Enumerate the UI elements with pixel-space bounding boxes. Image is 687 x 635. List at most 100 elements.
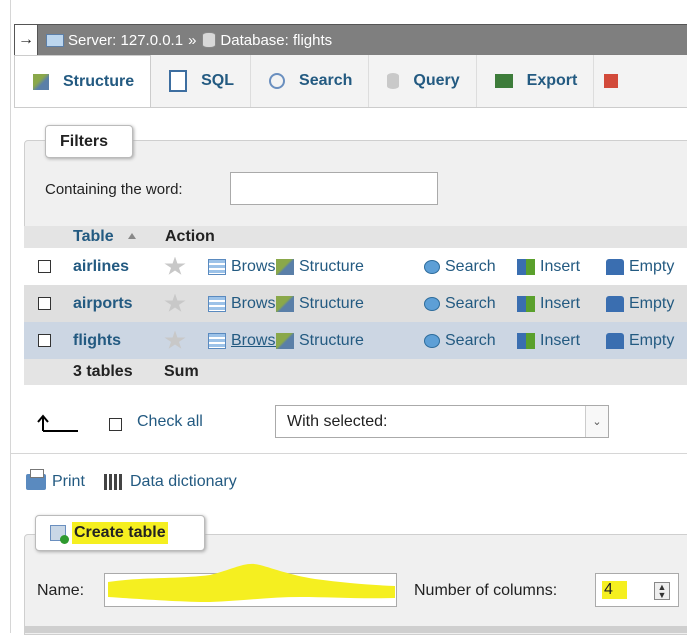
database-icon bbox=[202, 32, 217, 48]
breadcrumb-server[interactable]: Server: 127.0.0.1 bbox=[46, 32, 183, 49]
empty-label: Empty bbox=[629, 331, 675, 349]
tab-export-label: Export bbox=[526, 72, 578, 89]
structure-icon bbox=[276, 295, 294, 312]
filters-legend: Filters bbox=[45, 125, 133, 158]
action-column-header: Action bbox=[165, 228, 215, 245]
check-all-checkbox[interactable] bbox=[109, 418, 122, 431]
tab-structure-label: Structure bbox=[63, 72, 135, 90]
spinner-icon[interactable]: ▲ ▼ bbox=[654, 582, 670, 600]
print-label: Print bbox=[52, 473, 85, 490]
table-column-header[interactable]: Table bbox=[73, 228, 114, 246]
empty-label: Empty bbox=[629, 257, 675, 275]
structure-icon bbox=[276, 258, 294, 275]
structure-icon bbox=[33, 73, 49, 90]
empty-link[interactable]: Empty bbox=[606, 258, 674, 276]
with-selected-dropdown[interactable]: With selected: ⌄ bbox=[275, 405, 609, 438]
table-row-hovered: flights Browse Structure Search Insert E… bbox=[24, 322, 687, 359]
tab-export[interactable]: Export bbox=[477, 55, 595, 107]
table-name-link[interactable]: airlines bbox=[73, 258, 129, 276]
insert-link[interactable]: Insert bbox=[517, 295, 580, 313]
tab-bar: Structure SQL Search Query Export bbox=[14, 55, 687, 108]
data-dictionary-label: Data dictionary bbox=[130, 473, 237, 490]
search-label: Search bbox=[445, 257, 496, 275]
search-icon bbox=[424, 296, 440, 311]
collapse-arrow-icon[interactable]: → bbox=[15, 25, 38, 55]
data-dictionary-link[interactable]: Data dictionary bbox=[104, 473, 237, 491]
table-count: 3 tables bbox=[73, 363, 133, 380]
search-icon bbox=[424, 333, 440, 348]
query-icon bbox=[387, 73, 400, 89]
favorite-star-icon[interactable] bbox=[164, 293, 186, 312]
empty-link[interactable]: Empty bbox=[606, 332, 674, 350]
search-link[interactable]: Search bbox=[424, 258, 496, 276]
search-label: Search bbox=[445, 294, 496, 312]
row-checkbox[interactable] bbox=[38, 297, 51, 310]
search-icon bbox=[269, 73, 286, 89]
structure-label: Structure bbox=[299, 331, 364, 349]
number-of-columns-label: Number of columns: bbox=[414, 582, 558, 599]
table-sum: Sum bbox=[164, 363, 199, 380]
browse-link[interactable]: Browse bbox=[208, 332, 284, 350]
tab-sql[interactable]: SQL bbox=[151, 55, 252, 107]
table-name-link[interactable]: flights bbox=[73, 332, 121, 350]
chevron-down-icon: ⌄ bbox=[585, 406, 608, 437]
tab-query-label: Query bbox=[413, 72, 460, 89]
name-label: Name: bbox=[37, 582, 85, 599]
insert-link[interactable]: Insert bbox=[517, 332, 580, 350]
sort-ascending-icon[interactable] bbox=[128, 233, 136, 239]
filter-label: Containing the word: bbox=[45, 181, 183, 198]
structure-icon bbox=[276, 332, 294, 349]
search-link[interactable]: Search bbox=[424, 295, 496, 313]
favorite-star-icon[interactable] bbox=[164, 330, 186, 349]
printer-icon bbox=[26, 469, 46, 490]
breadcrumb-separator: » bbox=[188, 31, 197, 49]
structure-link[interactable]: Structure bbox=[276, 258, 364, 276]
empty-label: Empty bbox=[629, 294, 675, 312]
breadcrumb: → Server: 127.0.0.1 » Database: flights bbox=[14, 24, 687, 56]
empty-icon bbox=[606, 332, 624, 349]
insert-label: Insert bbox=[540, 294, 581, 312]
filter-input[interactable] bbox=[230, 172, 438, 205]
search-link[interactable]: Search bbox=[424, 332, 496, 350]
fieldset-bottom bbox=[24, 626, 687, 633]
number-of-columns-input[interactable]: 4 ▲ ▼ bbox=[595, 573, 679, 607]
insert-link[interactable]: Insert bbox=[517, 258, 580, 276]
tab-query[interactable]: Query bbox=[369, 55, 477, 107]
tab-more[interactable] bbox=[594, 55, 642, 107]
insert-icon bbox=[517, 258, 535, 275]
structure-link[interactable]: Structure bbox=[276, 332, 364, 350]
empty-icon bbox=[606, 258, 624, 275]
check-all-label[interactable]: Check all bbox=[137, 413, 203, 431]
search-icon bbox=[424, 259, 440, 274]
insert-icon bbox=[517, 295, 535, 312]
table-name-link[interactable]: airports bbox=[73, 295, 133, 313]
browse-link[interactable]: Browse bbox=[208, 258, 284, 276]
empty-link[interactable]: Empty bbox=[606, 295, 674, 313]
insert-icon bbox=[517, 332, 535, 349]
browse-icon bbox=[208, 332, 226, 349]
breadcrumb-database-label: Database: flights bbox=[220, 31, 333, 49]
insert-label: Insert bbox=[540, 331, 581, 349]
row-checkbox[interactable] bbox=[38, 260, 51, 273]
structure-label: Structure bbox=[299, 257, 364, 275]
structure-link[interactable]: Structure bbox=[276, 295, 364, 313]
favorite-star-icon[interactable] bbox=[164, 256, 186, 275]
table-name-input[interactable] bbox=[104, 573, 397, 607]
create-table-label: Create table bbox=[72, 522, 168, 544]
up-arrow-icon bbox=[37, 414, 78, 432]
new-table-icon bbox=[50, 525, 69, 544]
row-checkbox[interactable] bbox=[38, 334, 51, 347]
print-link[interactable]: Print bbox=[26, 469, 85, 491]
browse-icon bbox=[208, 295, 226, 312]
data-dictionary-icon bbox=[104, 474, 124, 490]
tab-search[interactable]: Search bbox=[251, 55, 370, 107]
tab-structure[interactable]: Structure bbox=[14, 55, 152, 107]
browse-link[interactable]: Browse bbox=[208, 295, 284, 313]
empty-icon bbox=[606, 295, 624, 312]
sql-icon bbox=[169, 70, 188, 92]
table-header-row: Table Action bbox=[24, 226, 687, 248]
table-row: airports Browse Structure Search Insert … bbox=[24, 285, 687, 322]
breadcrumb-database[interactable]: Database: flights bbox=[198, 32, 332, 49]
with-selected-value: With selected: bbox=[287, 412, 388, 430]
divider bbox=[10, 453, 687, 454]
